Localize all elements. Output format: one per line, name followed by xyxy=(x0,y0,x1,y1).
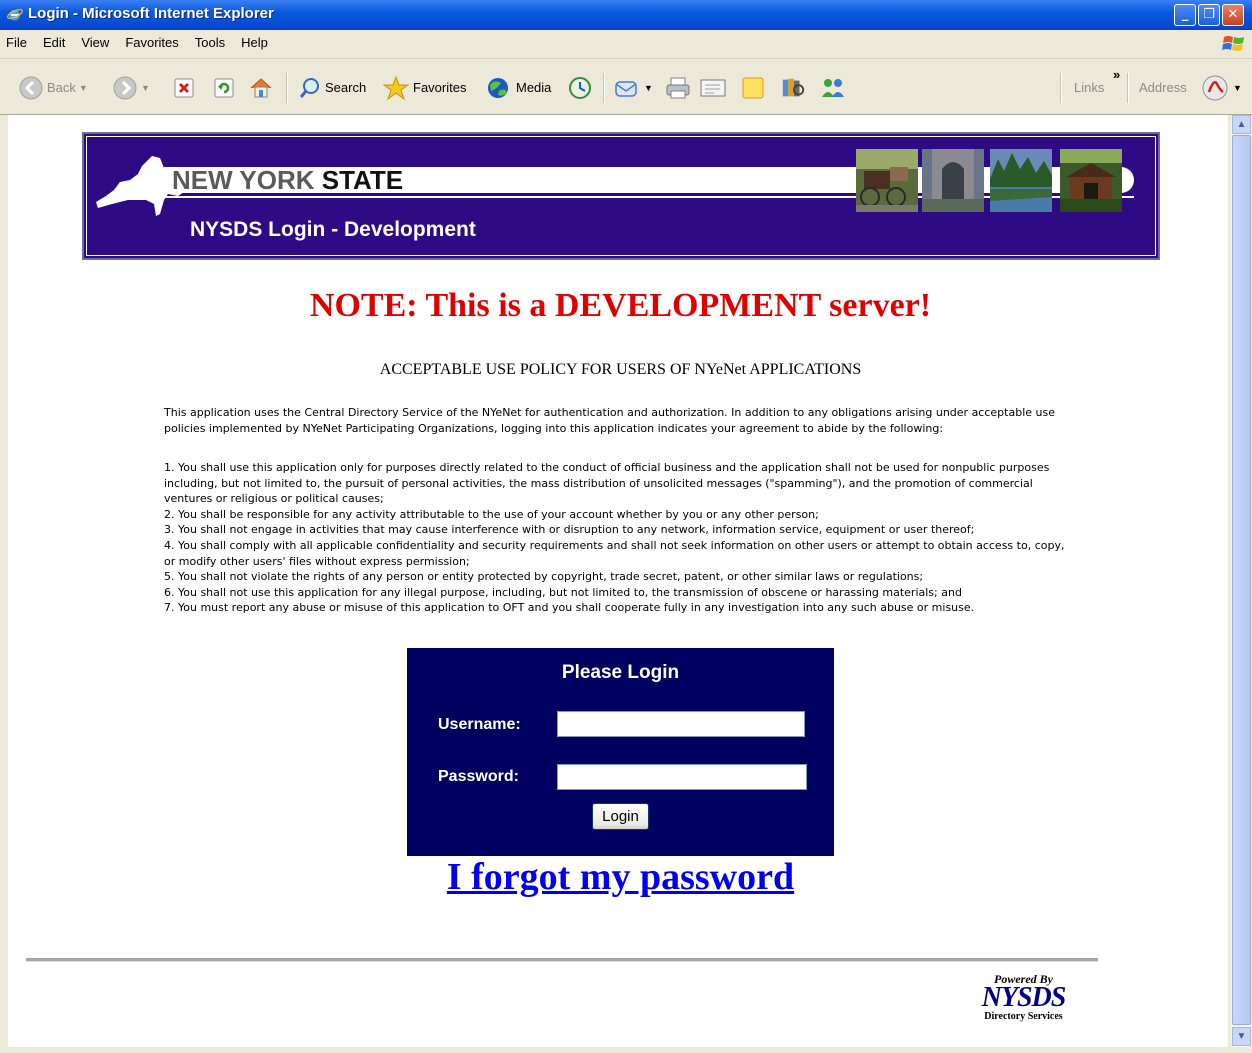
links-chevron-icon[interactable]: » xyxy=(1113,62,1120,88)
research-icon[interactable] xyxy=(778,75,808,101)
menu-view[interactable]: View xyxy=(73,24,117,61)
adobe-pdf-icon xyxy=(1202,75,1228,101)
maximize-button[interactable]: ❐ xyxy=(1198,4,1220,26)
password-label: Password: xyxy=(438,768,519,785)
menu-file[interactable]: File xyxy=(0,24,35,61)
stone-arch-photo xyxy=(922,149,984,212)
back-button[interactable]: Back ▼ xyxy=(18,75,88,101)
nys-wordmark: NEW YORK STATE xyxy=(172,167,403,193)
powered-by-nysds-logo: Powered By NYSDS Directory Services xyxy=(976,973,1071,1031)
policy-rule: 1. You shall use this application only f… xyxy=(164,461,1050,506)
favorites-button[interactable]: Favorites xyxy=(382,75,466,101)
internet-explorer-icon xyxy=(7,8,23,22)
policy-title: ACCEPTABLE USE POLICY FOR USERS OF NYeNe… xyxy=(379,361,862,378)
nysds-brand: NYSDS xyxy=(981,982,1067,1013)
policy-rules: 1. You shall use this application only f… xyxy=(164,460,1079,616)
back-dropdown-icon[interactable]: ▼ xyxy=(79,75,88,101)
toolbar-separator xyxy=(603,73,605,103)
toolbar-separator xyxy=(286,73,288,103)
scrollbar-thumb[interactable] xyxy=(1232,135,1251,1025)
policy-rule: 3. You shall not engage in activities th… xyxy=(164,523,975,537)
scroll-up-arrow-icon[interactable]: ▲ xyxy=(1232,115,1251,134)
minimize-button[interactable]: _ xyxy=(1174,4,1196,26)
search-button[interactable]: Search xyxy=(298,75,366,101)
nys-wordmark-new-york: NEW YORK xyxy=(172,165,315,195)
pdf-dropdown-icon[interactable]: ▼ xyxy=(1233,75,1242,101)
login-button[interactable]: Login xyxy=(592,803,649,830)
history-icon[interactable] xyxy=(566,75,594,101)
messenger-icon[interactable] xyxy=(818,75,848,101)
media-button[interactable]: Media xyxy=(485,75,551,101)
lake-forest-photo xyxy=(990,149,1052,212)
login-panel: Please Login Username: Password: Login xyxy=(407,648,834,856)
media-icon xyxy=(488,78,508,98)
edit-icon[interactable] xyxy=(698,75,728,101)
home-icon[interactable] xyxy=(248,75,274,101)
menu-help[interactable]: Help xyxy=(233,24,276,61)
print-icon[interactable] xyxy=(664,75,692,101)
media-label: Media xyxy=(516,80,552,95)
forward-arrow-icon xyxy=(113,76,137,100)
search-label: Search xyxy=(325,80,367,95)
forgot-password-link: I forgot my password xyxy=(8,855,1228,899)
pdf-button[interactable]: ▼ xyxy=(1200,75,1242,101)
login-heading: Please Login xyxy=(561,662,680,683)
policy-rule: 5. You shall not violate the rights of a… xyxy=(164,570,924,584)
mail-icon xyxy=(615,81,637,97)
footer-divider xyxy=(26,958,1098,962)
stop-icon[interactable] xyxy=(173,75,195,101)
horse-carriage-photo xyxy=(856,149,918,212)
links-label[interactable]: Links xyxy=(1074,75,1104,101)
development-server-notice: NOTE: This is a DEVELOPMENT server! xyxy=(309,287,932,324)
favorites-star-icon xyxy=(382,75,410,101)
address-label[interactable]: Address xyxy=(1139,75,1187,101)
vertical-scrollbar[interactable]: ▲ ▼ xyxy=(1231,115,1252,1047)
policy-rule: 7. You must report any abuse or misuse o… xyxy=(164,601,975,615)
scroll-down-arrow-icon[interactable]: ▼ xyxy=(1232,1027,1251,1046)
back-label: Back xyxy=(47,80,76,95)
toolbar-separator xyxy=(1127,73,1129,103)
refresh-icon[interactable] xyxy=(213,75,235,101)
menu-edit[interactable]: Edit xyxy=(35,24,73,61)
forgot-password-link-text[interactable]: I forgot my password xyxy=(447,856,794,898)
page-subtitle: NYSDS Login - Development xyxy=(190,218,476,241)
back-arrow-icon xyxy=(19,76,43,100)
policy-rule: 6. You shall not use this application fo… xyxy=(164,585,962,599)
policy-rule: 2. You shall be responsible for any acti… xyxy=(164,507,819,521)
page-content: NEW YORK STATE NYSDS Login - Development… xyxy=(8,115,1228,1047)
discuss-icon[interactable] xyxy=(739,75,767,101)
username-input[interactable] xyxy=(557,711,805,737)
policy-intro: This application uses the Central Direct… xyxy=(164,406,1055,435)
directory-services-label: Directory Services xyxy=(984,1011,1063,1022)
password-input[interactable] xyxy=(557,764,807,790)
menu-tools[interactable]: Tools xyxy=(187,24,233,61)
menu-favorites[interactable]: Favorites xyxy=(117,24,186,61)
window-border-left xyxy=(0,115,8,1047)
nys-banner: NEW YORK STATE NYSDS Login - Development xyxy=(82,132,1160,260)
favorites-label: Favorites xyxy=(413,80,467,95)
username-label: Username: xyxy=(438,716,521,733)
search-icon xyxy=(299,78,319,98)
mail-button[interactable]: ▼ xyxy=(613,75,653,101)
covered-bridge-photo xyxy=(1060,149,1122,212)
browser-toolbar: Back ▼ ▼ Search Favorites Media ▼ Links … xyxy=(0,59,1252,115)
windows-logo-icon xyxy=(1222,36,1244,51)
close-button[interactable]: ✕ xyxy=(1222,4,1244,26)
policy-rule: 4. You shall comply with all applicable … xyxy=(164,538,1065,568)
menu-bar: File Edit View Favorites Tools Help xyxy=(0,30,1252,59)
window-border-bottom xyxy=(0,1047,1252,1053)
window-title: Login - Microsoft Internet Explorer xyxy=(28,5,274,22)
nys-wordmark-state: STATE xyxy=(321,165,404,195)
forward-button[interactable]: ▼ xyxy=(112,75,150,101)
forward-dropdown-icon[interactable]: ▼ xyxy=(141,75,150,101)
banner-stripe-underline xyxy=(164,196,1134,198)
mail-dropdown-icon[interactable]: ▼ xyxy=(644,75,653,101)
toolbar-separator xyxy=(1060,73,1062,103)
